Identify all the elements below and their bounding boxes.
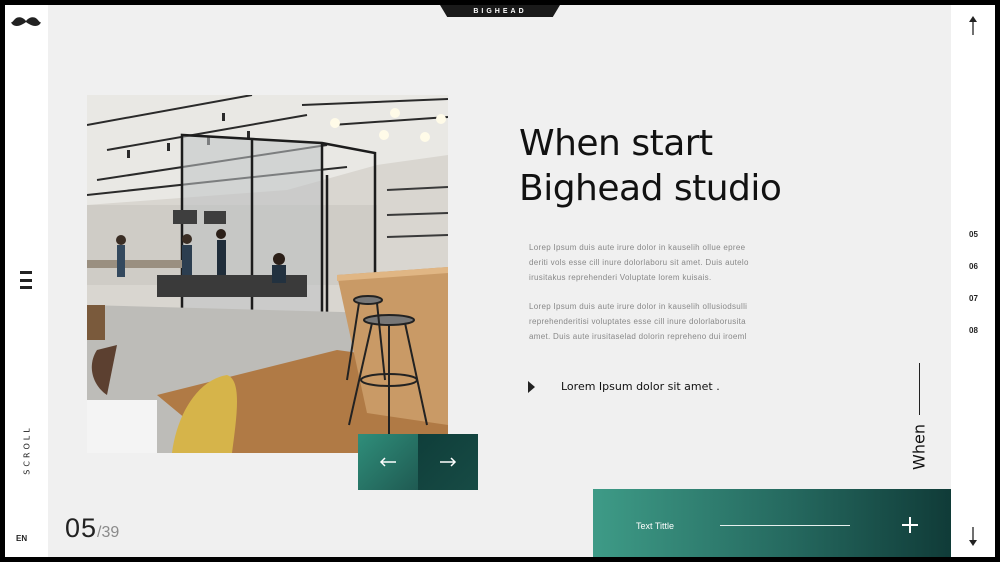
mustache-icon[interactable] <box>11 16 41 28</box>
arrow-left-icon <box>379 457 396 467</box>
hero-title-line-1: When start <box>519 123 713 164</box>
arrow-up-icon[interactable] <box>967 15 979 37</box>
paragraph-line: deriti vols esse cill inure dolorlaboru … <box>529 258 749 267</box>
language-switch[interactable]: EN <box>16 534 27 543</box>
scroll-indicator: SCROLL <box>9 415 45 485</box>
paragraph-line: amet. Duis aute irusitaselad dolorin rep… <box>529 332 747 341</box>
next-button[interactable] <box>418 434 478 490</box>
arrow-right-icon <box>440 457 457 467</box>
current-page: 05 <box>65 513 98 543</box>
right-rail: 05 06 07 08 <box>951 5 995 557</box>
slide-index-item[interactable]: 08 <box>969 315 978 347</box>
slide-frame: SCROLL EN BIGHEAD 05/39 When start Bighe… <box>5 5 995 557</box>
brand-name: BIGHEAD <box>473 7 527 15</box>
left-rail: SCROLL EN <box>5 5 48 557</box>
triangle-right-icon <box>528 380 535 393</box>
body-paragraph-1: Lorep Ipsum duis aute irure dolor in kau… <box>529 240 789 285</box>
plus-icon[interactable] <box>901 516 919 534</box>
paragraph-line: Lorep Ipsum duis aute irure dolor in kau… <box>529 302 748 311</box>
bullet-text: Lorem Ipsum dolor sit amet . <box>561 380 720 393</box>
slide-index-item[interactable]: 05 <box>969 219 978 251</box>
side-label: When <box>904 419 934 475</box>
slide-index-item[interactable]: 06 <box>969 251 978 283</box>
side-label-text: When <box>909 424 929 470</box>
hero-title: When start Bighead studio <box>519 121 859 211</box>
total-pages: /39 <box>97 524 120 541</box>
cta-divider <box>720 525 850 526</box>
paragraph-line: Lorep Ipsum duis aute irure dolor in kau… <box>529 243 746 252</box>
scroll-label: SCROLL <box>22 425 32 475</box>
prev-button[interactable] <box>358 434 418 490</box>
slide-index: 05 06 07 08 <box>969 219 978 347</box>
office-photo <box>87 95 448 453</box>
office-photo-illustration <box>87 95 448 453</box>
bullet-point: Lorem Ipsum dolor sit amet . <box>528 380 720 393</box>
divider-line <box>919 363 920 415</box>
arrow-down-icon[interactable] <box>967 525 979 547</box>
cta-label: Text Tittle <box>636 521 675 531</box>
brand-tab: BIGHEAD <box>440 5 560 17</box>
main-panel: BIGHEAD 05/39 When start Bighead studio … <box>48 5 951 557</box>
hamburger-icon[interactable] <box>20 271 32 289</box>
cta-banner[interactable]: Text Tittle <box>593 489 951 557</box>
paragraph-line: irusitakus reprehenderi Voluptate lorem … <box>529 273 712 282</box>
slide-nav <box>358 434 478 490</box>
page-counter: 05/39 <box>65 513 119 544</box>
slide-index-item[interactable]: 07 <box>969 283 978 315</box>
hero-title-line-2: Bighead studio <box>519 168 782 209</box>
paragraph-line: reprehenderitisi voluptates esse cill in… <box>529 317 746 326</box>
body-paragraph-2: Lorep Ipsum duis aute irure dolor in kau… <box>529 299 789 344</box>
